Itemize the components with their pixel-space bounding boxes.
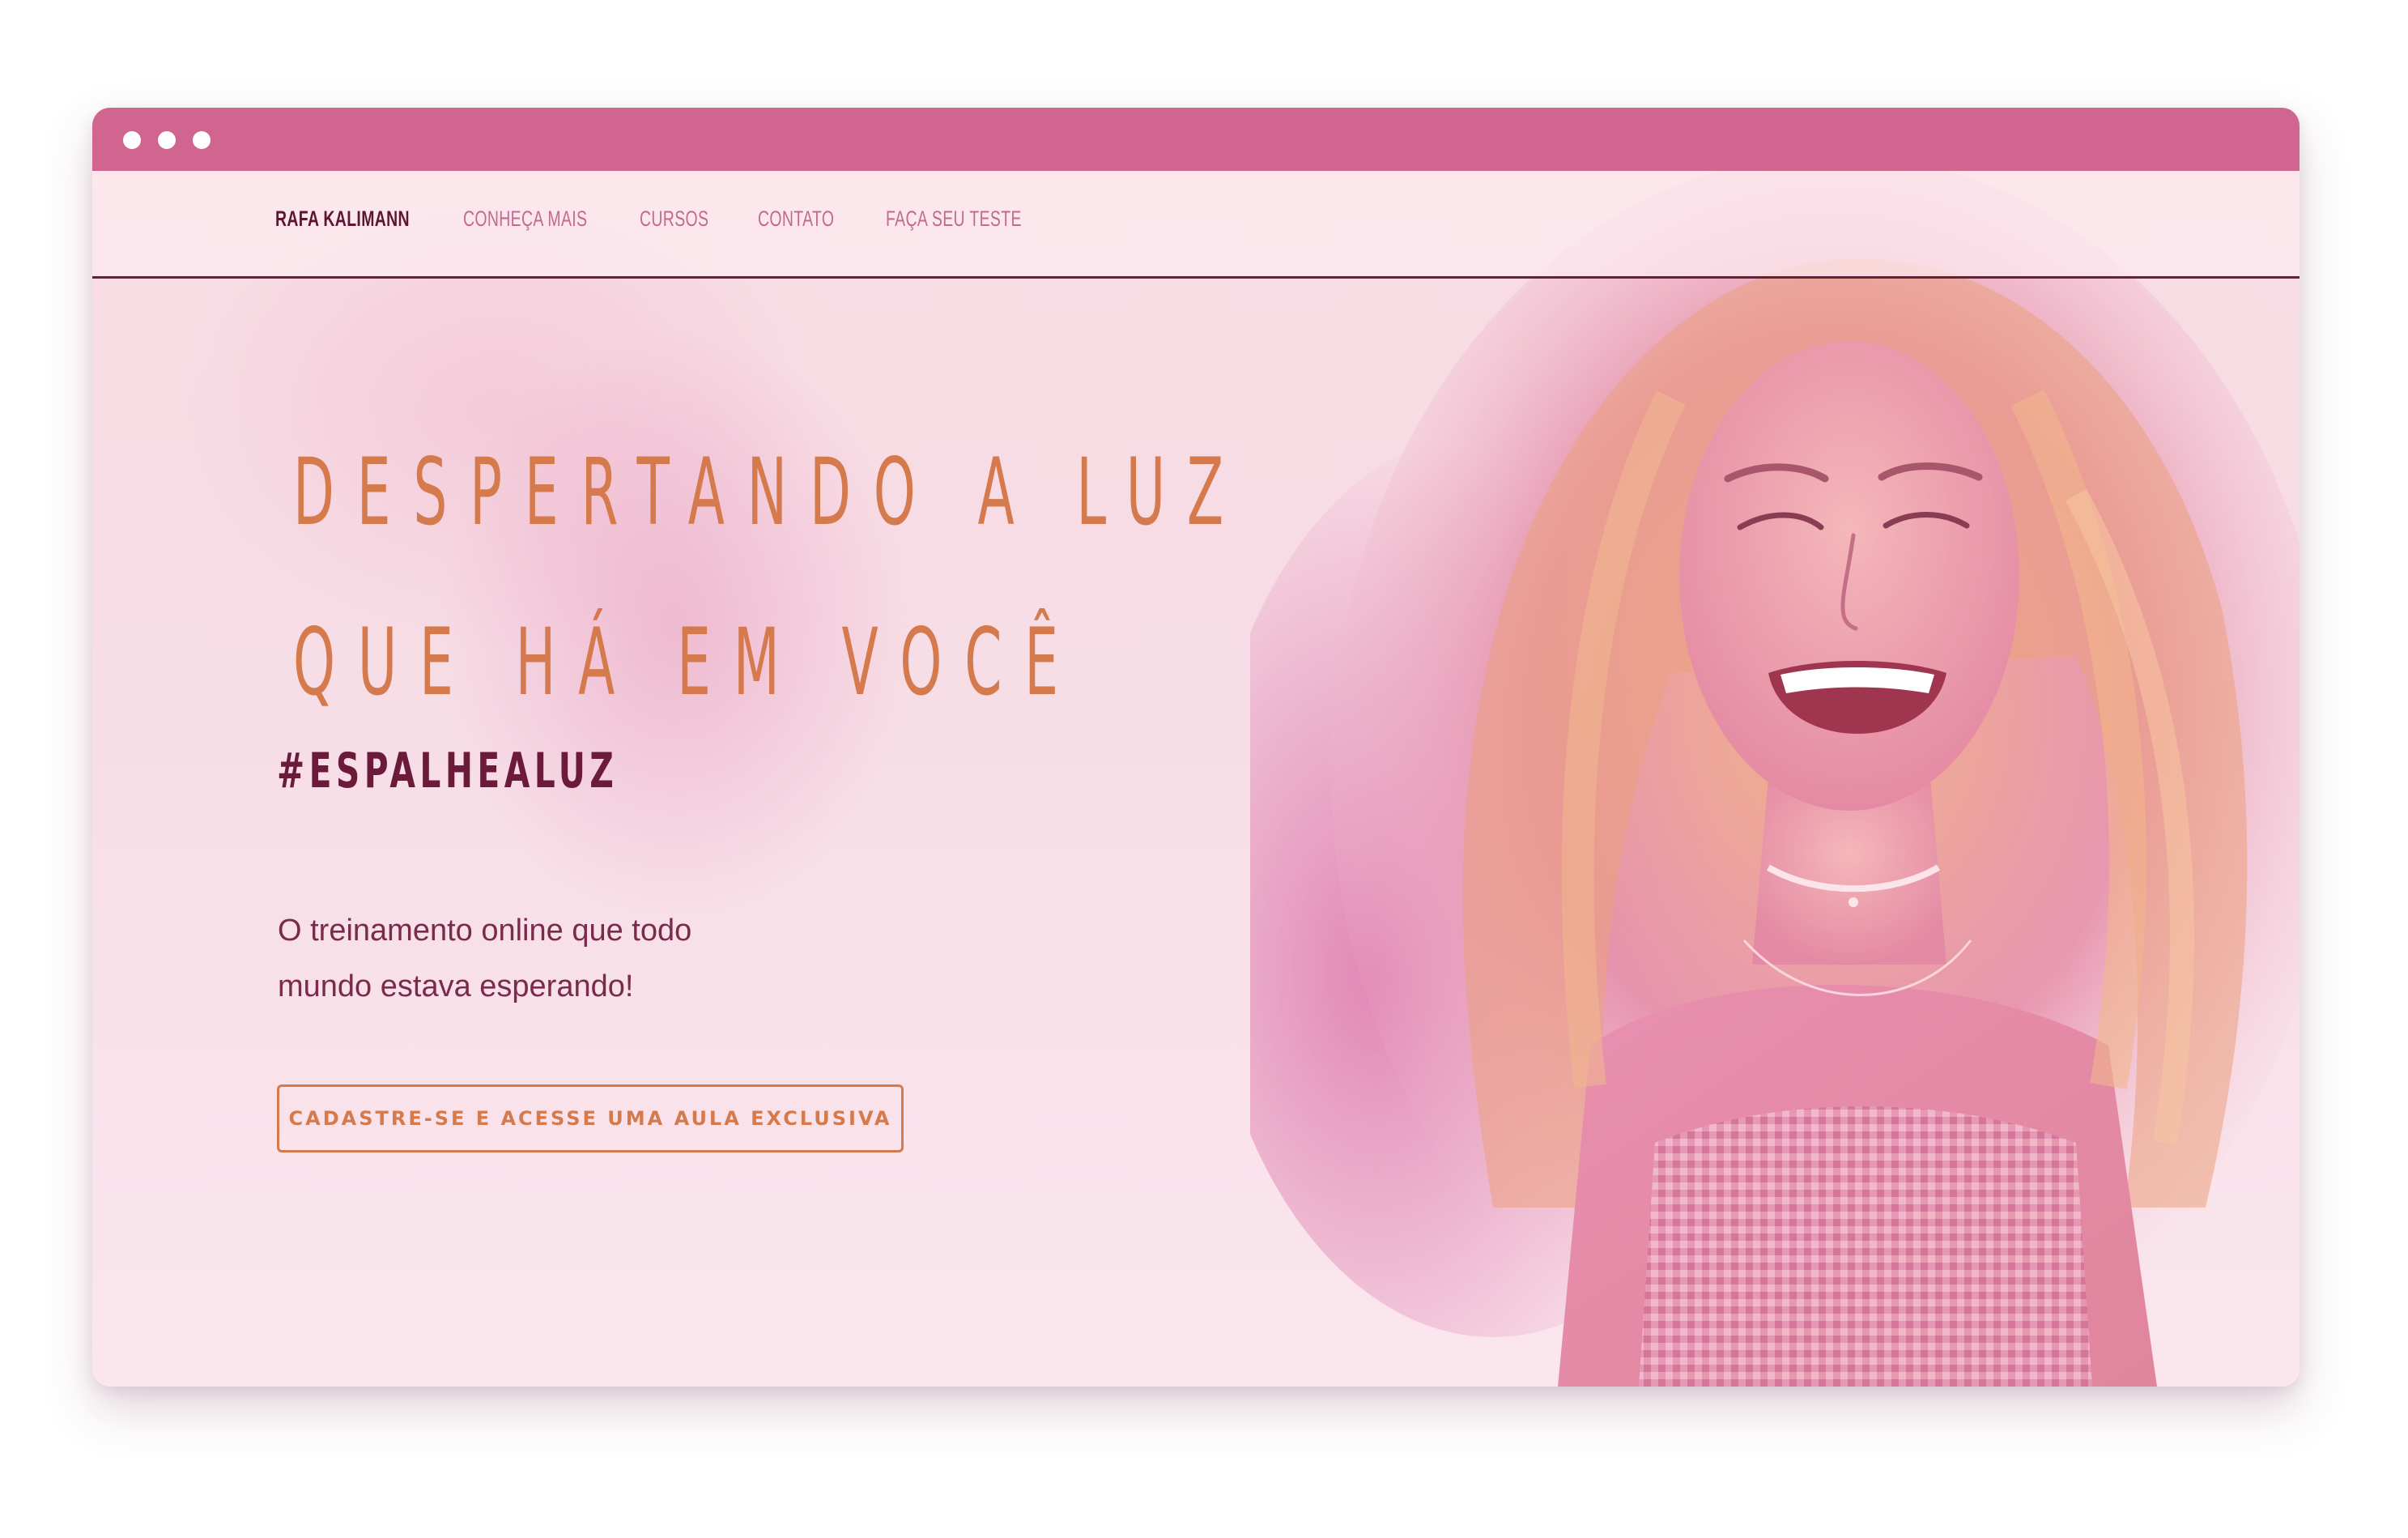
hero-headline-line1: DESPERTANDO A LUZ	[293, 438, 1246, 546]
nav-link-faca-seu-teste[interactable]: FAÇA SEU TESTE	[886, 207, 1022, 232]
signup-cta-label: CADASTRE-SE E ACESSE UMA AULA EXCLUSIVA	[288, 1107, 892, 1130]
nav-link-conheca-mais[interactable]: CONHEÇA MAIS	[463, 207, 587, 232]
hero-subtitle-line1: O treinamento online que todo	[278, 914, 692, 948]
signup-cta-button[interactable]: CADASTRE-SE E ACESSE UMA AULA EXCLUSIVA	[277, 1084, 904, 1152]
nav-brand-link[interactable]: RAFA KALIMANN	[275, 207, 410, 232]
nav-link-contato[interactable]: CONTATO	[758, 207, 834, 232]
hero-subtitle-line2: mundo estava esperando!	[278, 969, 634, 1003]
hero-subtitle: O treinamento online que todo mundo esta…	[278, 903, 845, 1015]
browser-titlebar	[92, 108, 2300, 171]
browser-window: RAFA KALIMANN CONHEÇA MAIS CURSOS CONTAT…	[92, 108, 2300, 1387]
hero-photo-woman	[1250, 171, 2300, 1387]
hero-headline-line2: QUE HÁ EM VOCÊ	[293, 608, 1081, 716]
window-control-dot-icon[interactable]	[193, 131, 211, 149]
window-control-dot-icon[interactable]	[123, 131, 141, 149]
page-viewport: RAFA KALIMANN CONHEÇA MAIS CURSOS CONTAT…	[92, 171, 2300, 1387]
top-navbar: RAFA KALIMANN CONHEÇA MAIS CURSOS CONTAT…	[92, 171, 2300, 279]
nav-link-cursos[interactable]: CURSOS	[640, 207, 708, 232]
hero-hashtag: #ESPALHEALUZ	[277, 743, 619, 799]
window-control-dot-icon[interactable]	[158, 131, 176, 149]
